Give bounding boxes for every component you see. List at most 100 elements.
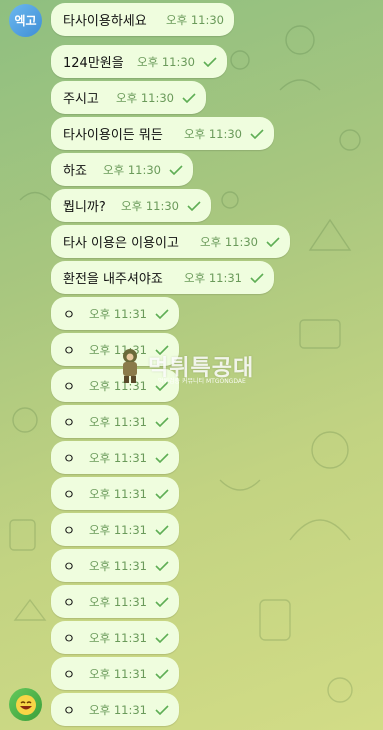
message-text: 환전을 내주셔야죠	[63, 272, 163, 287]
message-bubble[interactable]: 환전을 내주셔야죠 오후 11:31	[51, 261, 274, 294]
message-meta: 오후 11:31	[174, 270, 264, 286]
message-meta: 오후 11:30	[174, 126, 264, 142]
sent-checkmark-icon	[155, 668, 169, 679]
message-text: ㅇ	[63, 308, 75, 323]
message-meta: 오후 11:31	[79, 594, 169, 610]
message-meta: 오후 11:30	[111, 198, 201, 214]
message-meta: 오후 11:31	[79, 378, 169, 394]
message-meta: 오후 11:31	[79, 630, 169, 646]
message-meta: 오후 11:31	[79, 702, 169, 718]
message-bubble[interactable]: 뭡니까? 오후 11:30	[51, 189, 211, 222]
message-time: 오후 11:30	[116, 90, 174, 105]
sent-checkmark-icon	[155, 416, 169, 427]
sent-checkmark-icon	[169, 164, 183, 175]
message-time: 오후 11:31	[89, 666, 147, 681]
message-meta: 오후 11:31	[79, 522, 169, 538]
sent-checkmark-icon	[155, 632, 169, 643]
message-time: 오후 11:31	[89, 594, 147, 609]
message-bubble[interactable]: ㅇ 오후 11:31	[51, 549, 179, 582]
message-text: ㅇ	[63, 380, 75, 395]
message-meta: 오후 11:30	[106, 90, 196, 106]
message-meta: 오후 11:31	[79, 450, 169, 466]
sent-checkmark-icon	[155, 560, 169, 571]
message-meta: 오후 11:31	[79, 306, 169, 322]
message-text: ㅇ	[63, 524, 75, 539]
sent-checkmark-icon	[250, 128, 264, 139]
sent-checkmark-icon	[155, 704, 169, 715]
message-bubble[interactable]: ㅇ 오후 11:31	[51, 441, 179, 474]
message-text: ㅇ	[63, 560, 75, 575]
message-meta: 오후 11:31	[79, 558, 169, 574]
message-time: 오후 11:31	[89, 558, 147, 573]
message-bubble[interactable]: ㅇ 오후 11:31	[51, 405, 179, 438]
message-time: 오후 11:30	[103, 162, 161, 177]
message-bubble[interactable]: ㅇ 오후 11:31	[51, 297, 179, 330]
message-bubble[interactable]: 주시고 오후 11:30	[51, 81, 206, 114]
message-meta: 오후 11:31	[79, 486, 169, 502]
message-bubble[interactable]: 타사 이용은 이용이고 오후 11:30	[51, 225, 290, 258]
message-text: ㅇ	[63, 596, 75, 611]
message-meta: 오후 11:30	[190, 234, 280, 250]
message-meta: 오후 11:30	[127, 54, 217, 70]
sent-checkmark-icon	[187, 200, 201, 211]
message-time: 오후 11:31	[89, 630, 147, 645]
message-time: 오후 11:30	[121, 198, 179, 213]
sent-checkmark-icon	[250, 272, 264, 283]
sent-checkmark-icon	[155, 308, 169, 319]
sent-checkmark-icon	[155, 596, 169, 607]
message-time: 오후 11:30	[137, 54, 195, 69]
message-text: 124만원을	[63, 56, 124, 71]
message-bubble[interactable]: ㅇ 오후 11:31	[51, 693, 179, 726]
emoji-button[interactable]	[9, 688, 42, 721]
message-meta: 오후 11:30	[156, 12, 224, 28]
message-time: 오후 11:31	[184, 270, 242, 285]
message-bubble[interactable]: ㅇ 오후 11:31	[51, 621, 179, 654]
message-text: 타사이용이든 뭐든	[63, 128, 163, 143]
sent-checkmark-icon	[155, 452, 169, 463]
message-list[interactable]: 타사이용하세요 오후 11:30 124만원을 오후 11:30 주시고 오후 11:30…	[0, 0, 383, 730]
message-bubble[interactable]: 타사이용이든 뭐든 오후 11:30	[51, 117, 274, 150]
sent-checkmark-icon	[266, 236, 280, 247]
message-text: ㅇ	[63, 344, 75, 359]
sent-checkmark-icon	[155, 344, 169, 355]
message-meta: 오후 11:30	[93, 162, 183, 178]
message-meta: 오후 11:31	[79, 414, 169, 430]
sent-checkmark-icon	[155, 380, 169, 391]
message-bubble[interactable]: ㅇ 오후 11:31	[51, 585, 179, 618]
message-time: 오후 11:31	[89, 702, 147, 717]
message-bubble[interactable]: 124만원을 오후 11:30	[51, 45, 227, 78]
message-bubble[interactable]: ㅇ 오후 11:31	[51, 333, 179, 366]
message-bubble[interactable]: ㅇ 오후 11:31	[51, 477, 179, 510]
message-time: 오후 11:31	[89, 522, 147, 537]
message-text: ㅇ	[63, 488, 75, 503]
message-text: 하죠	[63, 164, 87, 179]
message-time: 오후 11:31	[89, 450, 147, 465]
message-time: 오후 11:31	[89, 306, 147, 321]
message-text: 타사이용하세요	[63, 14, 147, 29]
message-text: ㅇ	[63, 632, 75, 647]
message-time: 오후 11:30	[200, 234, 258, 249]
message-bubble[interactable]: ㅇ 오후 11:31	[51, 657, 179, 690]
message-text: ㅇ	[63, 416, 75, 431]
message-bubble[interactable]: 하죠 오후 11:30	[51, 153, 193, 186]
sent-checkmark-icon	[203, 56, 217, 67]
message-time: 오후 11:30	[166, 12, 224, 27]
message-meta: 오후 11:31	[79, 666, 169, 682]
message-text: 타사 이용은 이용이고	[63, 236, 179, 251]
message-text: 주시고	[63, 92, 99, 107]
message-time: 오후 11:31	[89, 414, 147, 429]
sent-checkmark-icon	[182, 92, 196, 103]
sent-checkmark-icon	[155, 488, 169, 499]
sent-checkmark-icon	[155, 524, 169, 535]
message-text: ㅇ	[63, 704, 75, 719]
message-time: 오후 11:31	[89, 378, 147, 393]
message-time: 오후 11:30	[184, 126, 242, 141]
message-text: ㅇ	[63, 452, 75, 467]
message-time: 오후 11:31	[89, 342, 147, 357]
message-bubble[interactable]: ㅇ 오후 11:31	[51, 513, 179, 546]
message-time: 오후 11:31	[89, 486, 147, 501]
message-bubble[interactable]: 타사이용하세요 오후 11:30	[51, 3, 234, 36]
message-text: 뭡니까?	[63, 200, 106, 215]
message-bubble[interactable]: ㅇ 오후 11:31	[51, 369, 179, 402]
message-meta: 오후 11:31	[79, 342, 169, 358]
